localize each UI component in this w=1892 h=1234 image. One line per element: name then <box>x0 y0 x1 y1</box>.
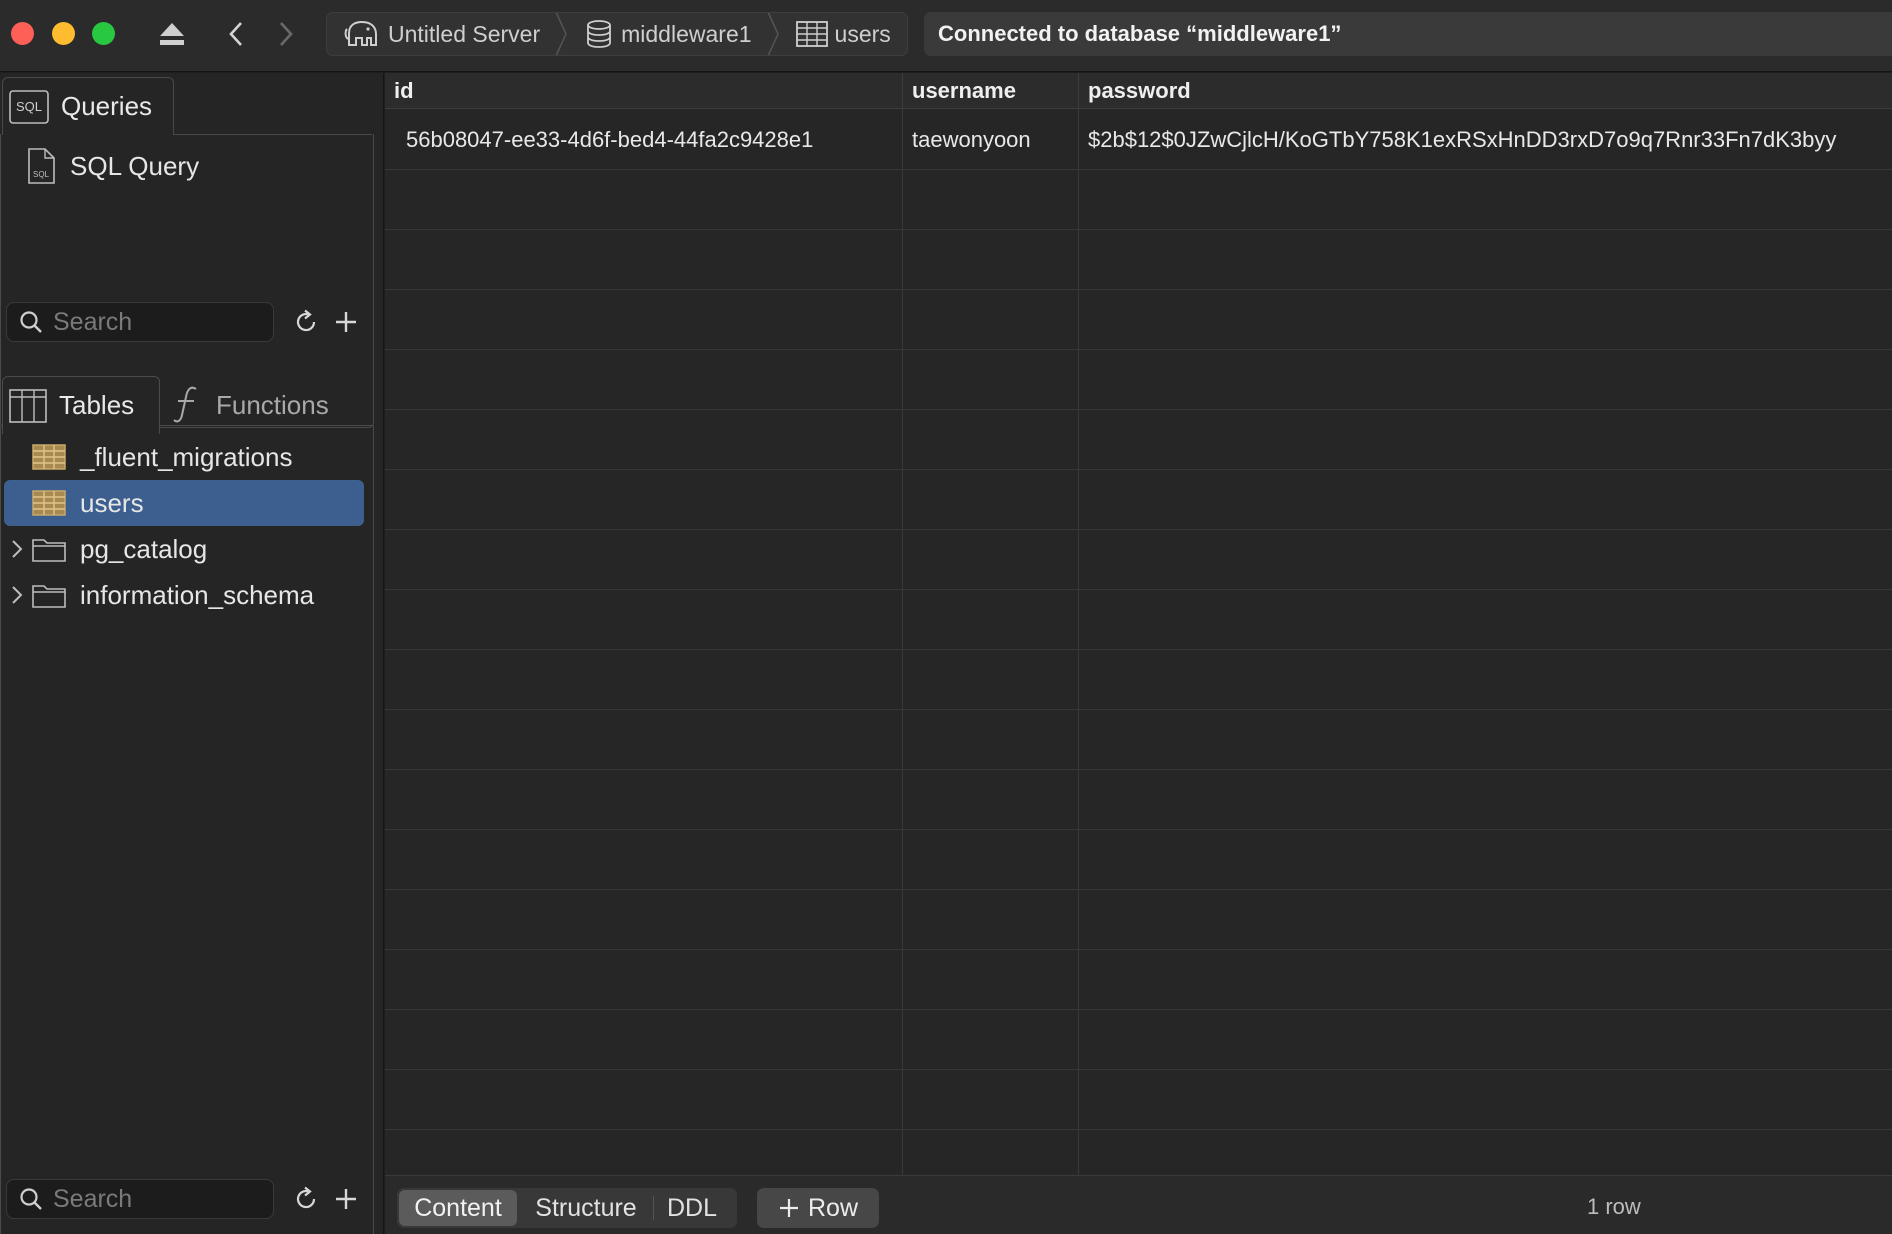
tables-search-input[interactable] <box>53 1184 253 1214</box>
add-row-button[interactable]: Row <box>757 1188 879 1228</box>
maximize-window-button[interactable] <box>92 22 115 45</box>
data-grid[interactable]: id username password 56b08047-ee33-4d6f-… <box>385 73 1892 1175</box>
bottom-bar: Content Structure DDL Row 1 row <box>385 1175 1892 1234</box>
queries-search[interactable] <box>6 302 274 342</box>
chevron-right-icon[interactable] <box>6 539 28 559</box>
function-icon <box>172 385 202 425</box>
add-row-label: Row <box>807 1193 858 1222</box>
empty-row <box>385 830 1892 890</box>
tab-label: Functions <box>216 389 329 420</box>
minimize-window-button[interactable] <box>52 22 75 45</box>
column-header-id[interactable]: id <box>385 73 903 109</box>
empty-row <box>385 170 1892 230</box>
breadcrumb-label: users <box>834 20 891 47</box>
back-chevron-icon[interactable] <box>220 14 252 54</box>
tab-queries[interactable]: SQL Queries <box>2 77 174 135</box>
breadcrumb-separator <box>554 13 568 55</box>
tree-item-label: pg_catalog <box>80 533 208 564</box>
connection-status-text: Connected to database “middleware1” <box>938 21 1342 46</box>
refresh-icon[interactable] <box>290 1183 322 1215</box>
folder-icon <box>32 581 68 609</box>
svg-text:SQL: SQL <box>16 99 42 114</box>
sql-icon: SQL <box>9 89 49 124</box>
sql-query-item[interactable]: SQL SQL Query <box>26 143 356 189</box>
empty-row <box>385 230 1892 290</box>
breadcrumb: Untitled Server middleware1 users <box>326 12 908 56</box>
tree-item-schema[interactable]: pg_catalog <box>4 526 364 572</box>
table-header: id username password <box>385 73 1892 109</box>
folder-icon <box>32 535 68 563</box>
empty-row <box>385 470 1892 530</box>
tree-item-table[interactable]: _fluent_migrations <box>4 434 364 480</box>
empty-row <box>385 530 1892 590</box>
table-icon <box>32 443 68 471</box>
sidebar: SQL Queries SQL SQL Query Tables Functio… <box>0 73 384 1234</box>
tab-structure[interactable]: Structure <box>521 1190 651 1226</box>
add-table-plus-icon[interactable] <box>330 1183 362 1215</box>
breadcrumb-database[interactable]: middleware1 <box>568 13 765 55</box>
cell-username[interactable]: taewonyoon <box>912 110 1072 170</box>
eject-icon[interactable] <box>154 14 190 54</box>
cell-id[interactable]: 56b08047-ee33-4d6f-bed4-44fa2c9428e1 <box>406 110 896 170</box>
breadcrumb-label: middleware1 <box>621 20 752 47</box>
tab-label: Queries <box>61 91 153 121</box>
cell-password[interactable]: $2b$12$0JZwCjlcH/KoGTbY758K1exRSxHnDD3rx… <box>1088 110 1892 170</box>
column-header-password[interactable]: password <box>1079 73 1892 109</box>
row-count: 1 row <box>1587 1194 1641 1219</box>
breadcrumb-server[interactable]: Untitled Server <box>327 13 554 55</box>
close-window-button[interactable] <box>11 22 34 45</box>
search-icon <box>19 1187 43 1211</box>
tab-content[interactable]: Content <box>399 1190 517 1226</box>
breadcrumb-label: Untitled Server <box>388 20 541 47</box>
plus-icon <box>778 1197 800 1219</box>
tree-item-label: _fluent_migrations <box>80 441 293 472</box>
empty-row <box>385 590 1892 650</box>
chevron-right-icon[interactable] <box>6 585 28 605</box>
tables-search[interactable] <box>6 1179 274 1219</box>
segment-divider <box>653 1196 654 1220</box>
empty-row <box>385 350 1892 410</box>
tree-item-label: users <box>80 487 144 518</box>
empty-row <box>385 290 1892 350</box>
table-icon <box>795 21 828 47</box>
tab-ddl[interactable]: DDL <box>656 1190 728 1226</box>
tree-item-users[interactable]: users <box>4 480 364 526</box>
empty-row <box>385 1010 1892 1070</box>
empty-row <box>385 710 1892 770</box>
tab-label: Tables <box>59 390 135 420</box>
elephant-icon <box>343 19 381 49</box>
breadcrumb-table[interactable]: users <box>780 13 905 55</box>
empty-row <box>385 890 1892 950</box>
empty-row <box>385 410 1892 470</box>
tree-item-schema[interactable]: information_schema <box>4 572 364 618</box>
queries-search-input[interactable] <box>53 307 253 337</box>
search-icon <box>19 310 43 334</box>
svg-text:SQL: SQL <box>33 170 50 179</box>
breadcrumb-separator <box>766 13 780 55</box>
empty-row <box>385 1070 1892 1130</box>
table-row[interactable]: 56b08047-ee33-4d6f-bed4-44fa2c9428e1 tae… <box>385 110 1892 170</box>
database-icon <box>584 19 614 49</box>
title-bar: Untitled Server middleware1 users Connec… <box>0 0 1892 72</box>
column-header-username[interactable]: username <box>903 73 1079 109</box>
forward-chevron-icon[interactable] <box>270 14 302 54</box>
refresh-icon[interactable] <box>290 306 322 338</box>
table-icon <box>32 489 68 517</box>
empty-row <box>385 950 1892 1010</box>
sql-file-icon: SQL <box>26 148 56 184</box>
tree-item-label: information_schema <box>80 579 315 610</box>
empty-row <box>385 770 1892 830</box>
connection-status: Connected to database “middleware1” <box>924 12 1892 56</box>
columns-table-icon <box>9 388 47 423</box>
sql-query-label: SQL Query <box>70 150 200 181</box>
empty-row <box>385 650 1892 710</box>
add-query-plus-icon[interactable] <box>330 306 362 338</box>
view-segmented-control: Content Structure DDL <box>397 1188 737 1228</box>
